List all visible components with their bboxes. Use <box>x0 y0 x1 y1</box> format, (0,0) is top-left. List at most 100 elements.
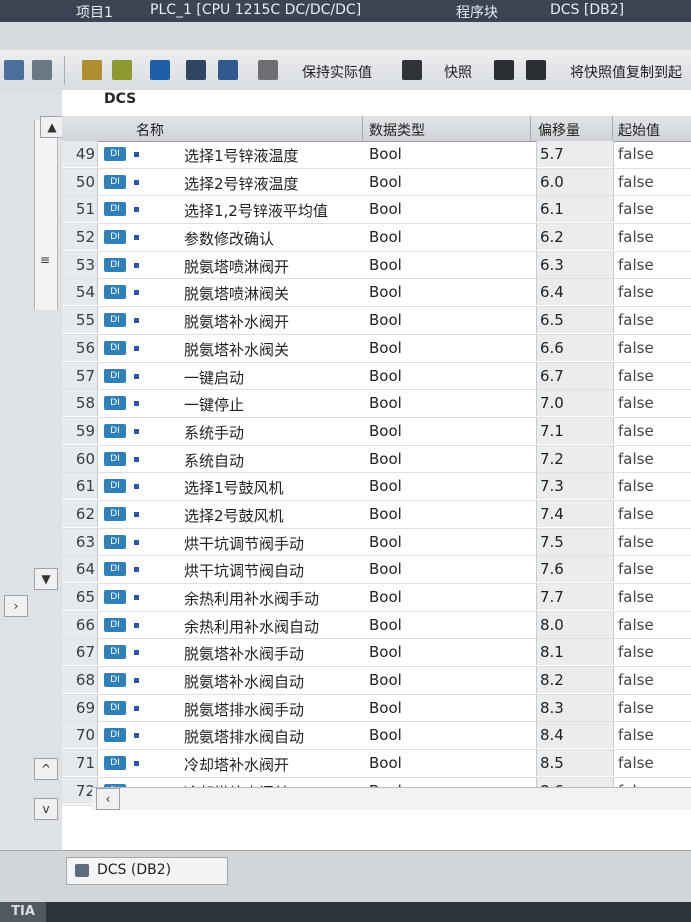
tag-start-value[interactable]: false <box>618 283 654 301</box>
tag-start-value[interactable]: false <box>618 422 654 440</box>
tag-name[interactable]: 选择2号锌液温度 <box>184 173 299 194</box>
row-number[interactable]: 52 <box>62 224 98 251</box>
table-row[interactable]: 50 DI 选择2号锌液温度 Bool 6.0 false <box>62 168 691 197</box>
tag-start-value[interactable]: false <box>618 505 654 523</box>
table-row[interactable]: 63 DI 烘干坑调节阀手动 Bool 7.5 false <box>62 528 691 557</box>
horizontal-scrollbar[interactable]: ‹ <box>92 787 691 810</box>
tag-start-value[interactable]: false <box>618 200 654 218</box>
tag-datatype[interactable]: Bool <box>369 145 402 163</box>
tag-name[interactable]: 脱氨塔喷淋阀开 <box>184 256 289 277</box>
table-row[interactable]: 70 DI 脱氨塔排水阀自动 Bool 8.4 false <box>62 722 691 751</box>
table-row[interactable]: 51 DI 选择1,2号锌液平均值 Bool 6.1 false <box>62 196 691 225</box>
breadcrumb-folder[interactable]: 程序块 <box>456 2 498 22</box>
row-number[interactable]: 51 <box>62 196 98 223</box>
tag-name[interactable]: 脱氨塔补水阀关 <box>184 339 289 360</box>
tag-start-value[interactable]: false <box>618 560 654 578</box>
row-number[interactable]: 58 <box>62 390 98 417</box>
grid-view-icon[interactable] <box>4 60 24 80</box>
tag-start-value[interactable]: false <box>618 339 654 357</box>
panel-scroll-up-icon[interactable]: ^ <box>34 758 58 780</box>
row-number[interactable]: 70 <box>62 722 98 749</box>
tag-datatype[interactable]: Bool <box>369 200 402 218</box>
table-row[interactable]: 53 DI 脱氨塔喷淋阀开 Bool 6.3 false <box>62 251 691 280</box>
tag-name[interactable]: 一键启动 <box>184 367 244 388</box>
column-divider[interactable] <box>612 116 613 141</box>
tag-name[interactable]: 一键停止 <box>184 394 244 415</box>
row-number[interactable]: 71 <box>62 750 98 777</box>
table-row[interactable]: 64 DI 烘干坑调节阀自动 Bool 7.6 false <box>62 556 691 584</box>
row-number[interactable]: 67 <box>62 639 98 666</box>
tag-datatype[interactable]: Bool <box>369 173 402 191</box>
table-row[interactable]: 66 DI 余热利用补水阀自动 Bool 8.0 false <box>62 611 691 640</box>
save-icon[interactable] <box>32 60 52 80</box>
tag-name[interactable]: 脱氨塔排水阀手动 <box>184 699 304 720</box>
tag-name[interactable]: 冷却塔补水阀开 <box>184 754 289 775</box>
row-number[interactable]: 68 <box>62 667 98 694</box>
tag-datatype[interactable]: Bool <box>369 450 402 468</box>
row-number[interactable]: 62 <box>62 500 98 527</box>
tag-datatype[interactable]: Bool <box>369 477 402 495</box>
scroll-up-icon[interactable]: ▲ <box>40 116 64 138</box>
tag-datatype[interactable]: Bool <box>369 754 402 772</box>
row-number[interactable]: 63 <box>62 528 98 555</box>
tag-start-value[interactable]: false <box>618 228 654 246</box>
row-number[interactable]: 64 <box>62 556 98 583</box>
row-number[interactable]: 61 <box>62 473 98 500</box>
tag-name[interactable]: 脱氨塔喷淋阀关 <box>184 283 289 304</box>
keep-actual-values-button[interactable]: 保持实际值 <box>302 62 372 82</box>
tag-name[interactable]: 余热利用补水阀自动 <box>184 616 319 637</box>
tag-start-value[interactable]: false <box>618 726 654 744</box>
row-number[interactable]: 54 <box>62 279 98 306</box>
column-divider[interactable] <box>362 116 363 141</box>
tag-datatype[interactable]: Bool <box>369 533 402 551</box>
table-row[interactable]: 58 DI 一键停止 Bool 7.0 false <box>62 390 691 418</box>
column-divider[interactable] <box>530 116 531 141</box>
collapse-icon[interactable] <box>186 60 206 80</box>
tag-name[interactable]: 脱氨塔补水阀手动 <box>184 643 304 664</box>
tag-datatype[interactable]: Bool <box>369 699 402 717</box>
tag-datatype[interactable]: Bool <box>369 588 402 606</box>
tag-name[interactable]: 选择2号鼓风机 <box>184 505 284 526</box>
column-header-start-value[interactable]: 起始值 <box>618 120 660 140</box>
list-view-icon[interactable] <box>218 60 238 80</box>
row-number[interactable]: 57 <box>62 362 98 389</box>
tag-name[interactable]: 选择1,2号锌液平均值 <box>184 200 328 221</box>
snapshot-camera-icon[interactable] <box>402 60 422 80</box>
table-row[interactable]: 54 DI 脱氨塔喷淋阀关 Bool 6.4 false <box>62 279 691 308</box>
table-row[interactable]: 61 DI 选择1号鼓风机 Bool 7.3 false <box>62 473 691 501</box>
table-row[interactable]: 65 DI 余热利用补水阀手动 Bool 7.7 false <box>62 584 691 612</box>
table-row[interactable]: 60 DI 系统自动 Bool 7.2 false <box>62 445 691 474</box>
row-number[interactable]: 65 <box>62 584 98 610</box>
tag-start-value[interactable]: false <box>618 588 654 606</box>
scroll-down-icon[interactable]: ▼ <box>34 568 58 590</box>
row-number[interactable]: 50 <box>62 168 98 195</box>
table-row[interactable]: 62 DI 选择2号鼓风机 Bool 7.4 false <box>62 500 691 529</box>
tag-datatype[interactable]: Bool <box>369 560 402 578</box>
tag-name[interactable]: 余热利用补水阀手动 <box>184 588 319 609</box>
column-header-name[interactable]: 名称 <box>136 120 164 140</box>
row-number[interactable]: 60 <box>62 445 98 472</box>
tag-start-value[interactable]: false <box>618 643 654 661</box>
tag-name[interactable]: 烘干坑调节阀手动 <box>184 533 304 554</box>
tag-start-value[interactable]: false <box>618 256 654 274</box>
tag-datatype[interactable]: Bool <box>369 726 402 744</box>
table-row[interactable]: 69 DI 脱氨塔排水阀手动 Bool 8.3 false <box>62 694 691 723</box>
expand-icon[interactable] <box>150 60 170 80</box>
row-number[interactable]: 59 <box>62 417 98 444</box>
tag-start-value[interactable]: false <box>618 450 654 468</box>
table-row[interactable]: 67 DI 脱氨塔补水阀手动 Bool 8.1 false <box>62 639 691 668</box>
column-header-offset[interactable]: 偏移量 <box>538 120 580 140</box>
tag-start-value[interactable]: false <box>618 173 654 191</box>
tag-name[interactable]: 选择1号鼓风机 <box>184 477 284 498</box>
tag-start-value[interactable]: false <box>618 533 654 551</box>
expand-panel-icon[interactable]: › <box>4 595 28 617</box>
breadcrumb-project[interactable]: 项目1 <box>76 2 113 22</box>
tag-name[interactable]: 选择1号锌液温度 <box>184 145 299 166</box>
tag-start-value[interactable]: false <box>618 699 654 717</box>
table-row[interactable]: 59 DI 系统手动 Bool 7.1 false <box>62 417 691 446</box>
tag-start-value[interactable]: false <box>618 145 654 163</box>
table-row[interactable]: 49 DI 选择1号锌液温度 Bool 5.7 false <box>62 141 691 169</box>
tag-name[interactable]: 脱氨塔补水阀开 <box>184 311 289 332</box>
tag-start-value[interactable]: false <box>618 477 654 495</box>
tag-datatype[interactable]: Bool <box>369 394 402 412</box>
